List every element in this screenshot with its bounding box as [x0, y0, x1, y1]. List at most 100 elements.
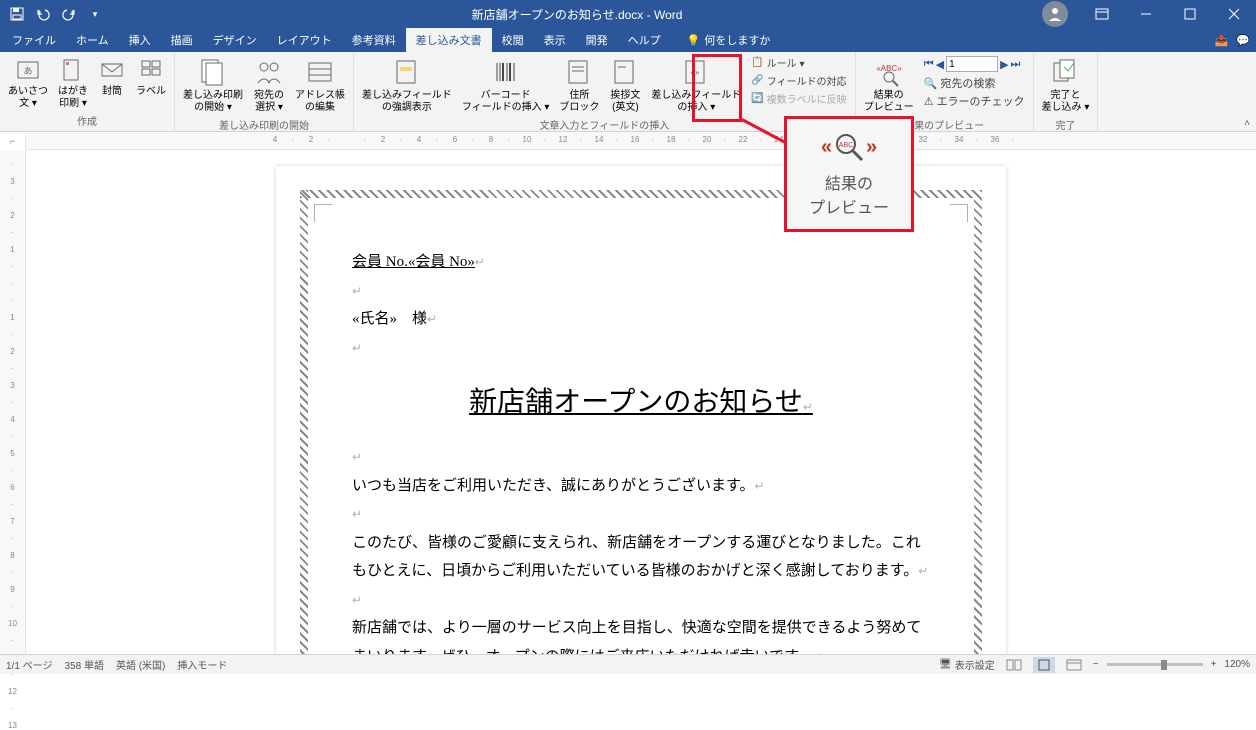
address-label: 住所 ブロック [559, 90, 599, 114]
finish-merge-button[interactable]: 完了と 差し込み ▾ [1038, 54, 1094, 116]
tab-design[interactable]: デザイン [203, 28, 267, 52]
comments-icon[interactable]: 💬 [1236, 34, 1250, 47]
maximize-button[interactable] [1168, 0, 1212, 28]
group-start-label: 差し込み印刷の開始 [179, 116, 349, 133]
document-content[interactable]: 会員 No.«会員 No»↵ ↵ «氏名» 様↵ ↵ 新店舗オープンのお知らせ↵… [326, 212, 956, 654]
callout-icon: « ABC » [821, 130, 877, 164]
postcard-label: はがき 印刷 ▾ [58, 86, 88, 110]
edit-list-label: アドレス帳 の編集 [295, 90, 345, 114]
tab-insert[interactable]: 挿入 [119, 28, 161, 52]
share-icon[interactable]: 📤 [1215, 34, 1229, 47]
record-number-input[interactable] [946, 56, 998, 72]
status-words[interactable]: 358 単語 [64, 657, 103, 672]
web-layout-button[interactable] [1063, 657, 1085, 673]
rules-icon: 📋 [751, 57, 763, 68]
insert-merge-field-button[interactable]: «»差し込みフィールド の挿入 ▾ [647, 54, 745, 116]
label-btn-label: ラベル [136, 86, 166, 98]
check-errors-button[interactable]: ⚠エラーのチェック [920, 92, 1029, 110]
window-title: 新店舗オープンのお知らせ.docx - Word [112, 6, 1042, 23]
errors-icon: ⚠ [924, 95, 934, 108]
zoom-in-button[interactable]: + [1211, 659, 1217, 670]
member-no-line: 会員 No.«会員 No» [352, 254, 475, 270]
statusbar: 1/1 ページ 358 単語 英語 (米国) 挿入モード 🖥表示設定 − + 1… [0, 654, 1256, 674]
tell-me-search[interactable]: 💡 何をしますか [677, 28, 781, 52]
first-record-button[interactable]: ⏮ [924, 58, 934, 71]
tab-help[interactable]: ヘルプ [618, 28, 671, 52]
quick-access-toolbar: ▾ [0, 3, 112, 25]
start-merge-button[interactable]: 差し込み印刷 の開始 ▾ [179, 54, 247, 116]
doc-title: 新店舗オープンのお知らせ [469, 387, 803, 418]
titlebar: ▾ 新店舗オープンのお知らせ.docx - Word [0, 0, 1256, 28]
ribbon: ああいさつ 文 ▾ はがき 印刷 ▾ 封筒 ラベル 作成 差し込み印刷 の開始 … [0, 52, 1256, 132]
tab-mailings[interactable]: 差し込み文書 [406, 28, 492, 52]
prev-record-button[interactable]: ◀ [936, 58, 944, 71]
svg-text:あ: あ [23, 66, 32, 76]
zoom-out-button[interactable]: − [1093, 659, 1099, 670]
group-start: 差し込み印刷 の開始 ▾ 宛先の 選択 ▾ アドレス帳 の編集 差し込み印刷の開… [175, 52, 354, 131]
barcode-button[interactable]: バーコード フィールドの挿入 ▾ [458, 54, 554, 116]
tab-file[interactable]: ファイル [2, 28, 66, 52]
window-controls [1042, 0, 1256, 28]
next-record-button[interactable]: ▶ [1000, 58, 1008, 71]
tab-view[interactable]: 表示 [534, 28, 576, 52]
read-mode-button[interactable] [1003, 657, 1025, 673]
vertical-ruler[interactable]: ·3·2·1···1·2·3·4·5·6·7·8·9·10·11·12·13 [0, 150, 26, 654]
group-write-label: 文章入力とフィールドの挿入 [358, 116, 851, 133]
paragraph-2: このたび、皆様のご愛顧に支えられ、新店舗をオープンする運びとなりました。これもひ… [352, 535, 921, 580]
account-icon[interactable] [1042, 1, 1068, 27]
svg-text:ABC: ABC [839, 142, 853, 149]
horizontal-ruler[interactable]: 4·2··2·4·6·8·10·12·14·16·18·20·22·24·26·… [26, 132, 1256, 150]
greetings-label: あいさつ 文 ▾ [8, 86, 48, 110]
zoom-slider[interactable] [1107, 663, 1203, 666]
highlight-label: 差し込みフィールド の強調表示 [362, 90, 452, 114]
address-block-button[interactable]: 住所 ブロック [555, 54, 603, 116]
zoom-level[interactable]: 120% [1224, 659, 1250, 670]
document-area[interactable]: 会員 No.«会員 No»↵ ↵ «氏名» 様↵ ↵ 新店舗オープンのお知らせ↵… [26, 150, 1256, 654]
redo-button[interactable] [58, 3, 80, 25]
select-recipients-button[interactable]: 宛先の 選択 ▾ [249, 54, 289, 116]
errors-label: エラーのチェック [937, 93, 1025, 109]
status-page[interactable]: 1/1 ページ [6, 657, 52, 672]
display-settings-button[interactable]: 🖥表示設定 [939, 657, 995, 672]
group-create-label: 作成 [4, 112, 170, 129]
match-icon: 🔗 [751, 75, 763, 86]
preview-label: 結果の プレビュー [864, 90, 914, 114]
print-layout-button[interactable] [1033, 657, 1055, 673]
tab-developer[interactable]: 開発 [576, 28, 618, 52]
tab-references[interactable]: 参考資料 [342, 28, 406, 52]
status-language[interactable]: 英語 (米国) [116, 657, 165, 672]
callout-preview-results: « ABC » 結果の プレビュー [784, 116, 914, 232]
status-mode[interactable]: 挿入モード [177, 657, 227, 672]
close-button[interactable] [1212, 0, 1256, 28]
greetings-button[interactable]: ああいさつ 文 ▾ [4, 54, 52, 112]
rules-button[interactable]: 📋ルール ▾ [747, 54, 850, 71]
find-icon: 🔍 [924, 77, 938, 90]
postcard-button[interactable]: はがき 印刷 ▾ [54, 54, 92, 112]
ribbon-display-options[interactable] [1080, 0, 1124, 28]
group-write: 差し込みフィールド の強調表示 バーコード フィールドの挿入 ▾ 住所 ブロック… [354, 52, 856, 131]
label-button[interactable]: ラベル [132, 54, 170, 100]
match-fields-button[interactable]: 🔗 フィールドの対応 [747, 72, 850, 89]
update-labels-icon: 🔄 [751, 93, 763, 104]
minimize-button[interactable] [1124, 0, 1168, 28]
edit-recipients-button[interactable]: アドレス帳 の編集 [291, 54, 349, 116]
preview-results-button[interactable]: «ABC»結果の プレビュー [860, 54, 918, 116]
match-label: フィールドの対応 [767, 73, 847, 88]
paragraph-1: いつも当店をご利用いただき、誠にありがとうございます。 [352, 478, 754, 494]
envelope-button[interactable]: 封筒 [94, 54, 130, 100]
start-merge-label: 差し込み印刷 の開始 ▾ [183, 90, 243, 114]
tab-home[interactable]: ホーム [66, 28, 119, 52]
tab-layout[interactable]: レイアウト [267, 28, 342, 52]
tab-draw[interactable]: 描画 [161, 28, 203, 52]
undo-button[interactable] [32, 3, 54, 25]
ruler-area: ⌐ 4·2··2·4·6·8·10·12·14·16·18·20·22·24·2… [0, 132, 1256, 150]
find-recipient-button[interactable]: 🔍宛先の検索 [920, 74, 1029, 92]
tab-review[interactable]: 校閲 [492, 28, 534, 52]
qat-customize[interactable]: ▾ [84, 3, 106, 25]
highlight-fields-button[interactable]: 差し込みフィールド の強調表示 [358, 54, 456, 116]
save-button[interactable] [6, 3, 28, 25]
display-icon: 🖥 [939, 659, 952, 670]
last-record-button[interactable]: ⏭ [1011, 58, 1021, 71]
collapse-ribbon-button[interactable]: ˄ [1244, 118, 1250, 129]
greeting-line-button[interactable]: 挨拶文 (英文) [605, 54, 645, 116]
